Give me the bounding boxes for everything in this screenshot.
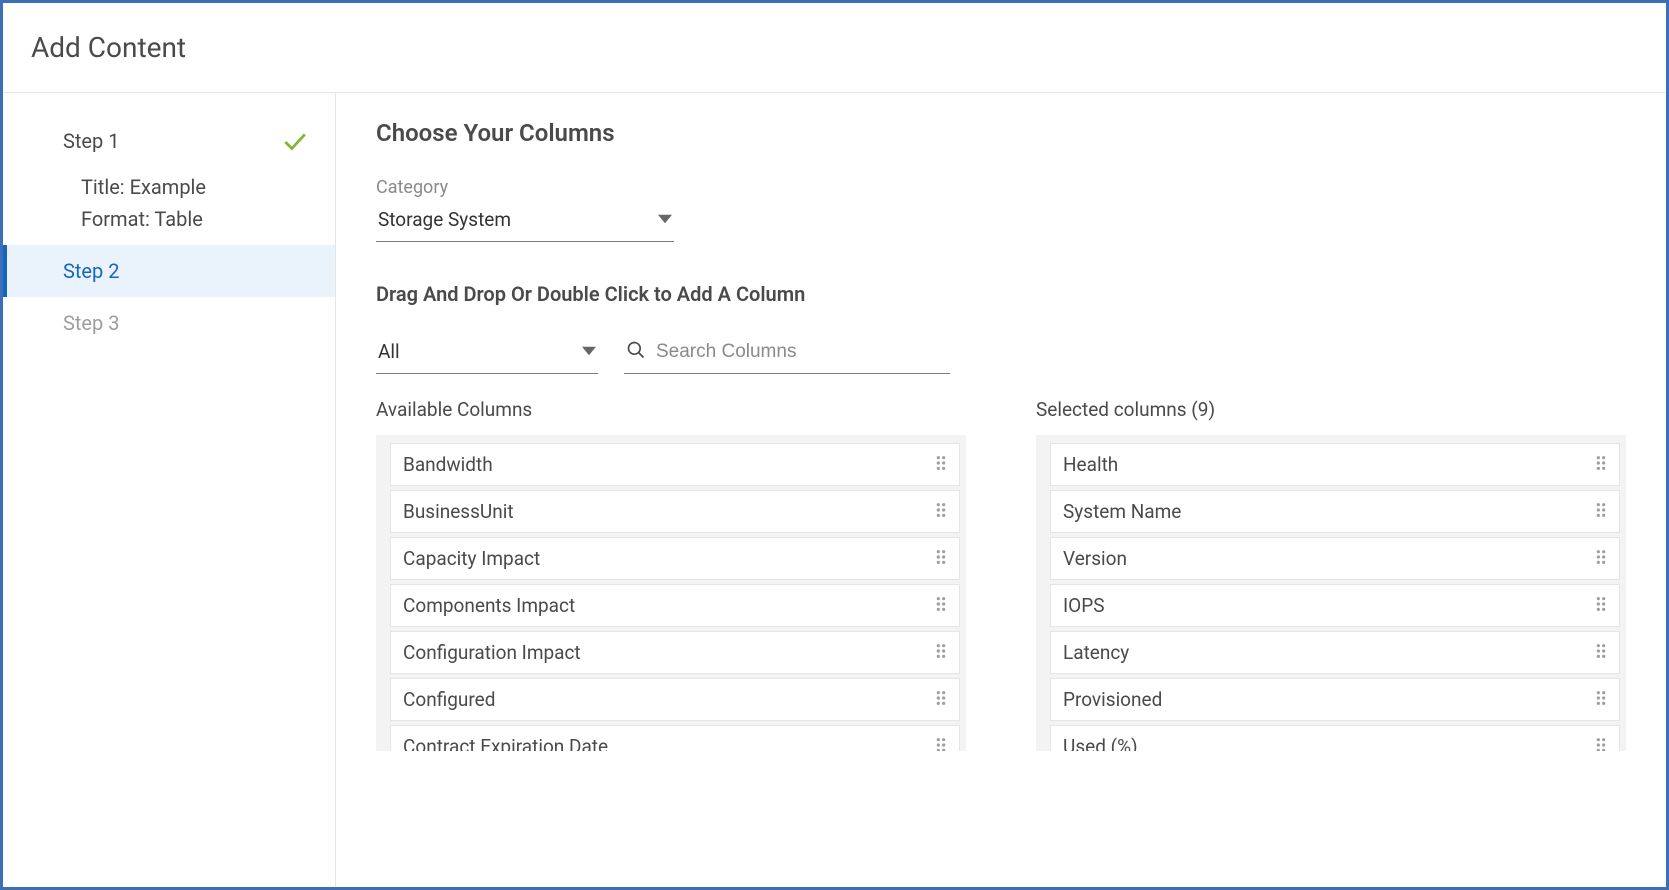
- step-1-title-line: Title: Example: [81, 171, 317, 203]
- selected-column-item-label: IOPS: [1063, 594, 1105, 617]
- available-column-item[interactable]: Capacity Impact: [390, 537, 960, 580]
- search-columns-input[interactable]: [656, 341, 948, 363]
- selected-column-item[interactable]: Provisioned: [1050, 678, 1620, 721]
- search-icon: [626, 340, 646, 364]
- selected-column-item[interactable]: Version: [1050, 537, 1620, 580]
- drag-handle-icon[interactable]: [935, 453, 947, 476]
- available-column-item-label: Contract Expiration Date: [403, 735, 608, 751]
- available-column-item[interactable]: BusinessUnit: [390, 490, 960, 533]
- available-column-item-label: Capacity Impact: [403, 547, 540, 570]
- selected-columns-panel: Selected columns (9) Health System Name Ve…: [1036, 398, 1626, 751]
- wizard-step-3[interactable]: Step 3: [3, 297, 335, 349]
- category-value: Storage System: [378, 208, 511, 231]
- drag-handle-icon[interactable]: [1595, 594, 1607, 617]
- available-column-item[interactable]: Components Impact: [390, 584, 960, 627]
- wizard-step-1-label: Step 1: [63, 129, 119, 153]
- drag-handle-icon[interactable]: [1595, 688, 1607, 711]
- page-heading: Choose Your Columns: [376, 119, 1626, 147]
- wizard-main: Choose Your Columns Category Storage Sys…: [336, 93, 1666, 887]
- drag-handle-icon[interactable]: [935, 547, 947, 570]
- category-label: Category: [376, 177, 1626, 198]
- search-wrap: [624, 336, 950, 374]
- available-column-item-label: Configured: [403, 688, 495, 711]
- dialog-title: Add Content: [31, 31, 1638, 64]
- selected-column-item-label: Version: [1063, 547, 1127, 570]
- selected-column-item-label: Latency: [1063, 641, 1129, 664]
- dialog-header: Add Content: [3, 3, 1666, 93]
- wizard-step-2[interactable]: Step 2: [3, 245, 335, 297]
- selected-column-item-label: Provisioned: [1063, 688, 1162, 711]
- drag-handle-icon[interactable]: [935, 735, 947, 751]
- selected-column-item[interactable]: Health: [1050, 443, 1620, 486]
- filter-row: All: [376, 336, 1626, 374]
- caret-down-icon: [658, 208, 672, 231]
- wizard-step-1-detail: Title: Example Format: Table: [3, 167, 335, 245]
- drag-handle-icon[interactable]: [1595, 500, 1607, 523]
- available-column-item-label: Components Impact: [403, 594, 575, 617]
- selected-columns-list[interactable]: Health System Name Version IOPS Latency Provi…: [1036, 435, 1626, 751]
- filter-select[interactable]: All: [376, 336, 598, 374]
- available-columns-title: Available Columns: [376, 398, 966, 421]
- selected-column-item-label: Used (%): [1063, 735, 1138, 751]
- drag-handle-icon[interactable]: [1595, 547, 1607, 570]
- selected-column-item[interactable]: IOPS: [1050, 584, 1620, 627]
- available-column-item[interactable]: Contract Expiration Date: [390, 725, 960, 751]
- wizard-step-3-label: Step 3: [63, 311, 119, 335]
- dialog-body: Step 1 Title: Example Format: Table Step…: [3, 93, 1666, 887]
- drag-handle-icon[interactable]: [1595, 641, 1607, 664]
- drag-handle-icon[interactable]: [1595, 735, 1607, 751]
- selected-columns-title: Selected columns (9): [1036, 398, 1626, 421]
- wizard-sidebar: Step 1 Title: Example Format: Table Step…: [3, 93, 336, 887]
- available-column-item[interactable]: Configuration Impact: [390, 631, 960, 674]
- drag-handle-icon[interactable]: [935, 500, 947, 523]
- available-columns-panel: Available Columns Bandwidth BusinessUnit C…: [376, 398, 966, 751]
- drag-handle-icon[interactable]: [935, 594, 947, 617]
- available-column-item[interactable]: Bandwidth: [390, 443, 960, 486]
- available-column-item-label: Configuration Impact: [403, 641, 581, 664]
- available-columns-list[interactable]: Bandwidth BusinessUnit Capacity Impact Comp…: [376, 435, 966, 751]
- category-block: Category Storage System: [376, 177, 1626, 242]
- available-column-item-label: BusinessUnit: [403, 500, 514, 523]
- selected-column-item-label: Health: [1063, 453, 1118, 476]
- category-select[interactable]: Storage System: [376, 202, 674, 242]
- selected-column-item-label: System Name: [1063, 500, 1181, 523]
- filter-value: All: [378, 340, 400, 363]
- step-1-format-line: Format: Table: [81, 203, 317, 235]
- wizard-step-2-label: Step 2: [63, 259, 119, 283]
- drag-handle-icon[interactable]: [935, 688, 947, 711]
- add-content-dialog: Add Content Step 1 Title: Example Format…: [0, 0, 1669, 890]
- columns-row: Available Columns Bandwidth BusinessUnit C…: [376, 398, 1626, 751]
- selected-column-item[interactable]: Used (%): [1050, 725, 1620, 751]
- selected-column-item[interactable]: System Name: [1050, 490, 1620, 533]
- checkmark-icon: [281, 129, 307, 160]
- drag-handle-icon[interactable]: [1595, 453, 1607, 476]
- caret-down-icon: [582, 340, 596, 363]
- selected-column-item[interactable]: Latency: [1050, 631, 1620, 674]
- wizard-step-1[interactable]: Step 1: [3, 115, 335, 167]
- instructions-text: Drag And Drop Or Double Click to Add A C…: [376, 282, 1626, 306]
- drag-handle-icon[interactable]: [935, 641, 947, 664]
- available-column-item[interactable]: Configured: [390, 678, 960, 721]
- available-column-item-label: Bandwidth: [403, 453, 493, 476]
